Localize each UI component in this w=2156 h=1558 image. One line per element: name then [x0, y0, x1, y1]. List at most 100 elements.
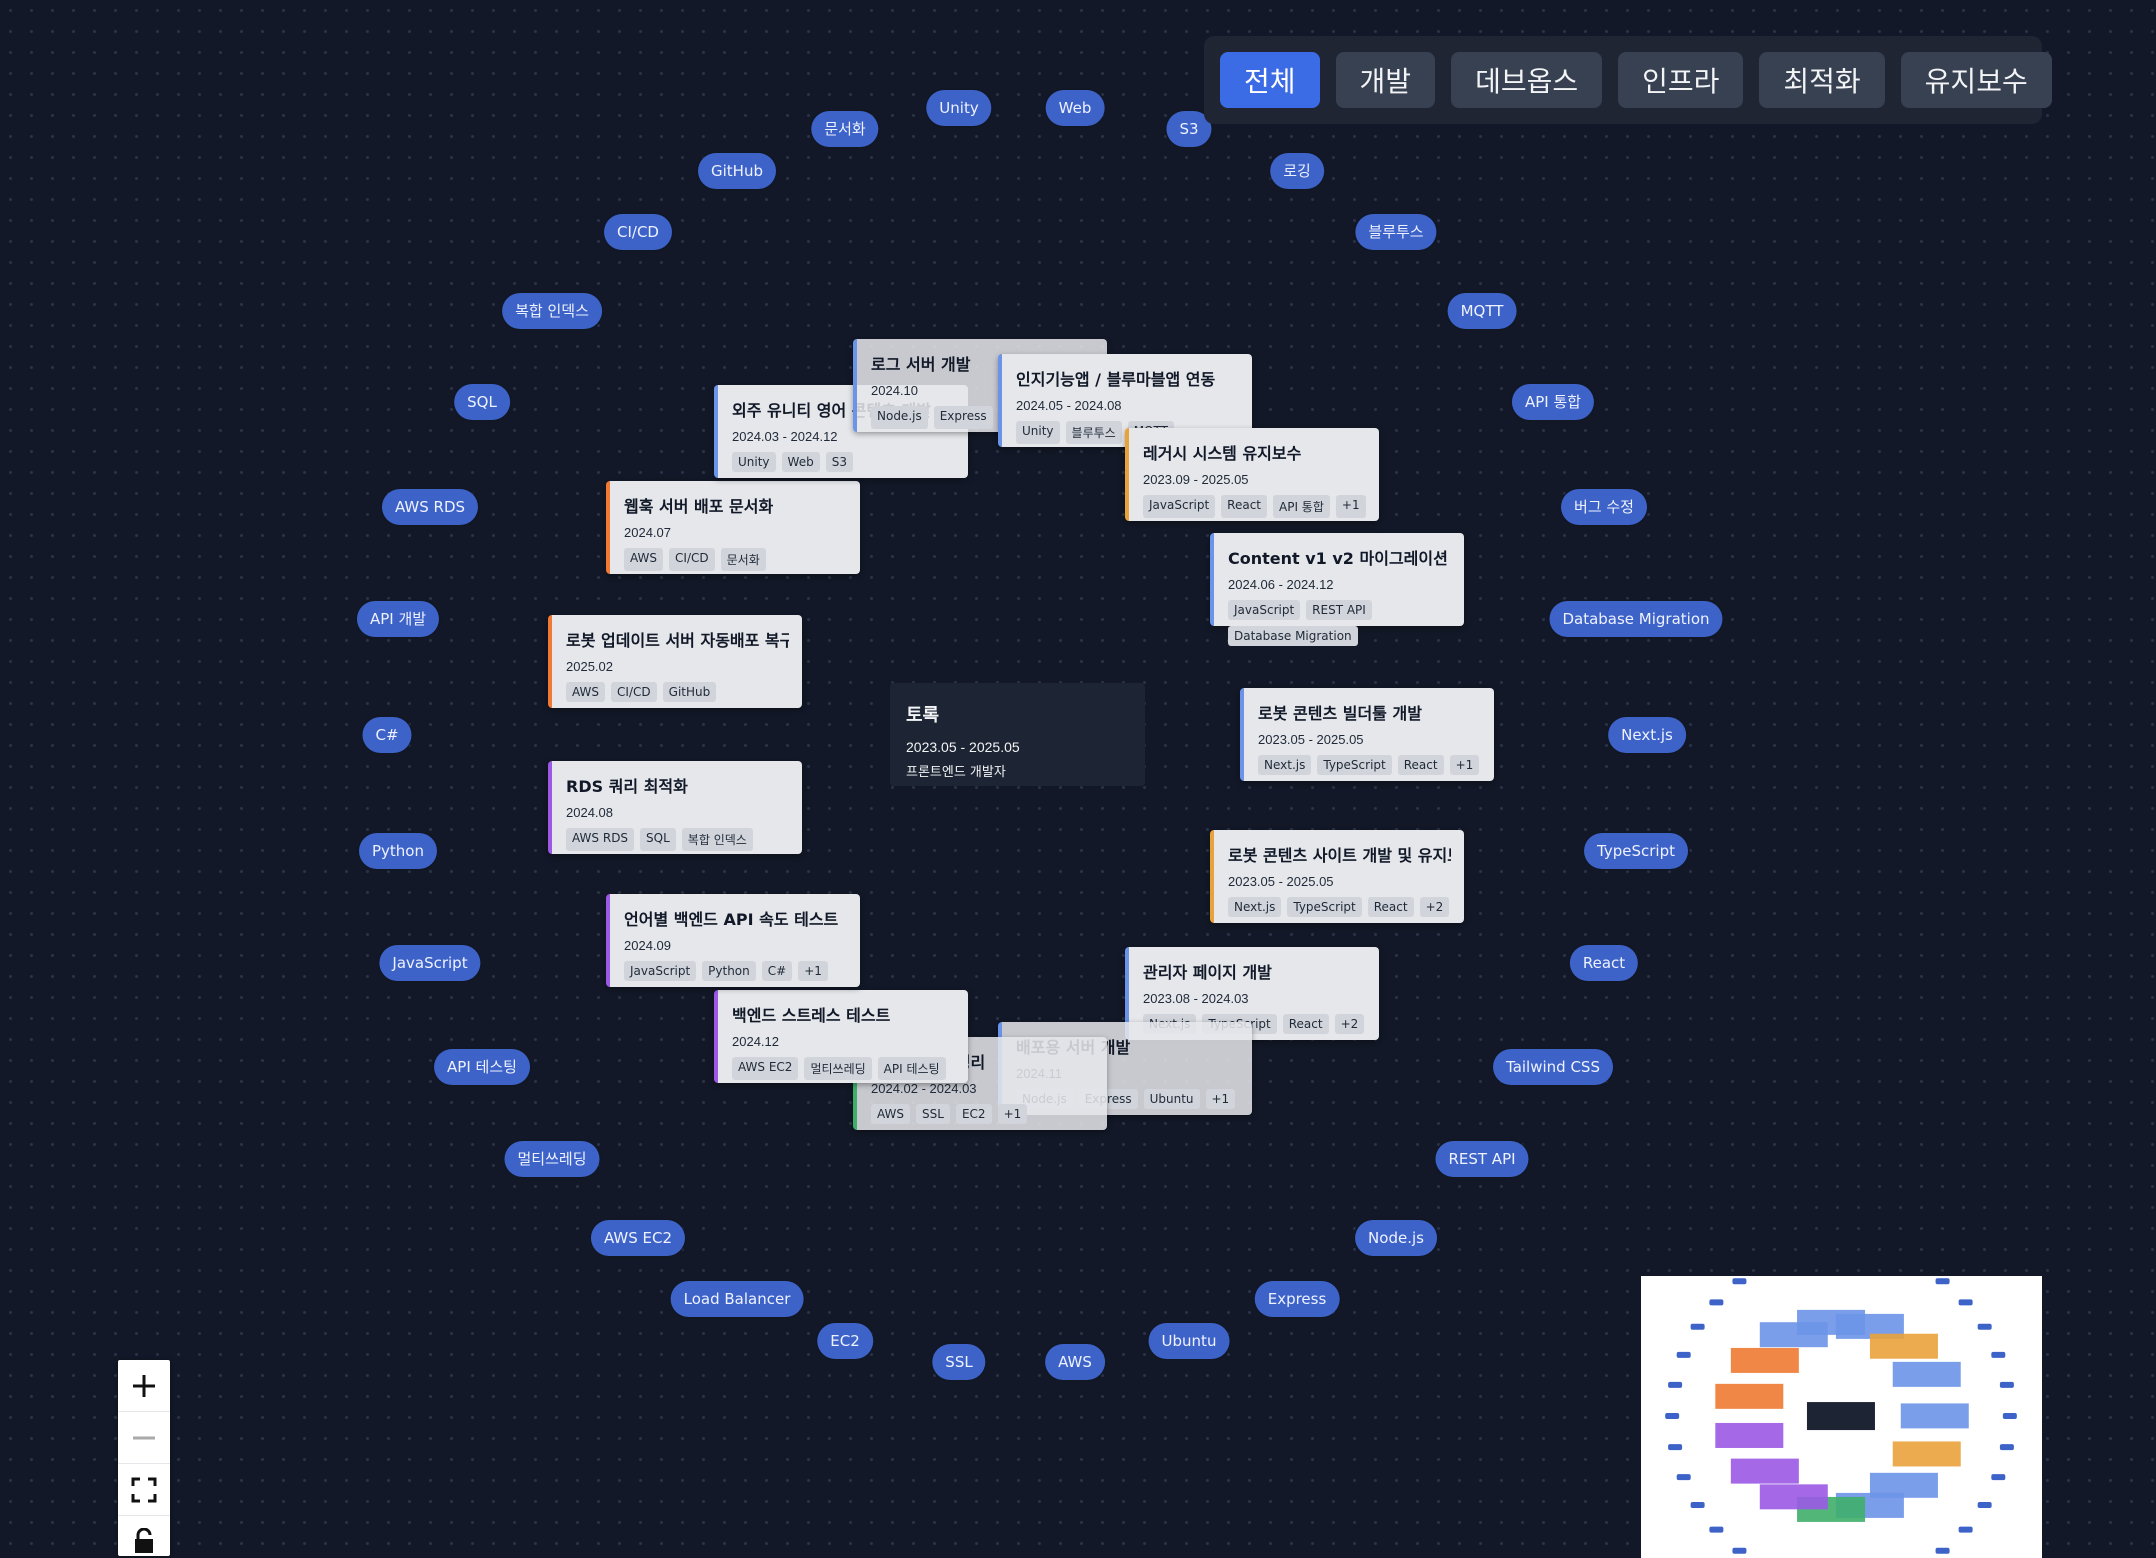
lock-button[interactable]: [118, 1516, 170, 1556]
minimap-project-node: [1869, 1333, 1938, 1359]
project-tag-chip: Ubuntu: [1143, 1089, 1200, 1109]
plus-icon: [133, 1374, 155, 1397]
skill-tag-node[interactable]: API 통합: [1511, 384, 1595, 420]
project-card[interactable]: 로봇 콘텐츠 사이트 개발 및 유지보수 2023.05 - 2025.05 Nex…: [1210, 830, 1464, 923]
project-card[interactable]: 로봇 업데이트 서버 자동배포 복구 2025.02 AWS CI/CD GitHub: [548, 615, 802, 708]
project-tag-chip: +1: [798, 961, 828, 981]
skill-tag-node[interactable]: Python: [359, 833, 437, 869]
skill-tag-node[interactable]: Tailwind CSS: [1493, 1049, 1613, 1085]
minimap-tag-node: [1668, 1444, 1683, 1451]
project-tag-chip: REST API: [1306, 600, 1372, 620]
project-date: 2023.05 - 2025.05: [1228, 874, 1334, 889]
zoom-in-button[interactable]: [118, 1360, 170, 1412]
project-date: 2024.05 - 2024.08: [1016, 398, 1122, 413]
skill-tag-node[interactable]: 복합 인덱스: [502, 293, 602, 329]
project-tag-chip: React: [1397, 755, 1444, 775]
minimap-tag-node: [1668, 1381, 1683, 1388]
project-tag-chip: +2: [1419, 897, 1450, 917]
skill-tag-node[interactable]: 문서화: [811, 111, 879, 147]
project-tag-chip: 복합 인덱스: [681, 828, 753, 851]
skill-tag-node[interactable]: C#: [362, 717, 412, 753]
skill-tag-node[interactable]: Unity: [926, 90, 992, 126]
minimap-tag-node: [2002, 1413, 2017, 1419]
project-tag-chip: AWS: [566, 682, 606, 702]
project-tag-list: JavaScript React API 통합 +1: [1143, 495, 1366, 518]
skill-tag-node[interactable]: API 테스팅: [434, 1049, 530, 1085]
project-tag-chip: CI/CD: [669, 548, 715, 571]
project-card[interactable]: RDS 쿼리 최적화 2024.08 AWS RDS SQL 복합 인덱스: [548, 761, 802, 854]
skill-tag-node[interactable]: GitHub: [698, 153, 776, 189]
project-tag-list: AWS EC2 멀티쓰레딩 API 테스팅: [732, 1057, 955, 1080]
project-title: Content v1 v2 마이그레이션: [1228, 549, 1448, 568]
filter-all-button[interactable]: 전체: [1220, 52, 1320, 108]
center-profile-node[interactable]: 토록 2023.05 - 2025.05 프론트엔드 개발자: [890, 683, 1145, 786]
skill-tag-node[interactable]: MQTT: [1447, 293, 1517, 329]
project-date: 2023.08 - 2024.03: [1143, 991, 1249, 1006]
project-date: 2025.02: [566, 659, 613, 674]
project-tag-chip: 블루투스: [1065, 421, 1122, 444]
project-card[interactable]: 로봇 콘텐츠 빌더툴 개발 2023.05 - 2025.05 Next.js Typ…: [1240, 688, 1494, 781]
skill-tag-node[interactable]: 블루투스: [1355, 214, 1437, 250]
skill-tag-node[interactable]: 멀티쓰레딩: [504, 1141, 600, 1177]
minimap-overview: [1665, 1278, 2017, 1554]
skill-tag-node[interactable]: TypeScript: [1584, 833, 1688, 869]
filter-development-button[interactable]: 개발: [1335, 52, 1436, 108]
filter-optimization-button[interactable]: 최적화: [1759, 52, 1885, 108]
fit-view-button[interactable]: [118, 1464, 170, 1516]
minimap-tag-node: [1999, 1381, 2014, 1388]
skill-tag-node[interactable]: SSL: [932, 1344, 986, 1380]
skill-tag-node[interactable]: CI/CD: [604, 214, 672, 250]
project-tag-chip: C#: [761, 961, 793, 981]
skill-tag-node[interactable]: Express: [1254, 1281, 1340, 1317]
skill-tag-node[interactable]: AWS EC2: [590, 1220, 686, 1256]
project-date: 2024.09: [624, 938, 671, 953]
skill-tag-node[interactable]: AWS RDS: [381, 489, 479, 525]
skill-tag-node[interactable]: JavaScript: [379, 945, 481, 981]
skill-tag-node[interactable]: Web: [1045, 90, 1105, 126]
project-tag-list: AWS CI/CD 문서화: [624, 548, 847, 571]
project-date: 2023.09 - 2025.05: [1143, 472, 1249, 487]
skill-tag-node[interactable]: Next.js: [1608, 717, 1686, 753]
project-title: 로봇 업데이트 서버 자동배포 복구: [566, 631, 789, 650]
project-tag-chip: Web: [781, 452, 820, 472]
skill-tag-node[interactable]: React: [1569, 945, 1639, 981]
project-card[interactable]: 백엔드 스트레스 테스트 2024.12 AWS EC2 멀티쓰레딩 API 테스팅: [714, 990, 968, 1083]
minimap[interactable]: [1641, 1276, 2042, 1558]
zoom-controls: [118, 1360, 170, 1556]
minimap-tag-node: [1977, 1501, 1992, 1508]
skill-tag-node[interactable]: SQL: [454, 384, 510, 420]
minimap-tag-node: [1935, 1547, 1950, 1554]
minimap-tag-node: [1935, 1278, 1950, 1285]
project-title: 관리자 페이지 개발: [1143, 963, 1272, 982]
skill-tag-node[interactable]: Database Migration: [1549, 601, 1723, 637]
skill-tag-node[interactable]: Node.js: [1355, 1220, 1437, 1256]
project-card[interactable]: 레거시 시스템 유지보수 2023.09 - 2025.05 JavaScript R…: [1125, 428, 1379, 521]
filter-maintenance-button[interactable]: 유지보수: [1900, 52, 2052, 108]
skill-tag-node[interactable]: 버그 수정: [1561, 489, 1647, 525]
minimap-tag-node: [1709, 1299, 1724, 1306]
skill-tag-node[interactable]: 로깅: [1270, 153, 1324, 189]
filter-devops-button[interactable]: 데브옵스: [1451, 52, 1603, 108]
skill-tag-node[interactable]: EC2: [817, 1323, 873, 1359]
project-tag-chip: React: [1221, 495, 1267, 518]
skill-tag-node[interactable]: Ubuntu: [1148, 1323, 1230, 1359]
skill-tag-node[interactable]: AWS: [1045, 1344, 1105, 1380]
project-card[interactable]: 웹훅 서버 배포 문서화 2024.07 AWS CI/CD 문서화: [606, 481, 860, 574]
project-card[interactable]: Content v1 v2 마이그레이션 2024.06 - 2024.12 Jav…: [1210, 533, 1464, 646]
filter-infra-button[interactable]: 인프라: [1618, 52, 1744, 108]
skill-tag-node[interactable]: Load Balancer: [670, 1281, 804, 1317]
minimap-tag-node: [1991, 1474, 2006, 1481]
skill-tag-node[interactable]: API 개발: [356, 601, 440, 637]
project-tag-list: Next.js TypeScript React +1: [1258, 755, 1481, 775]
minimap-tag-node: [1958, 1526, 1973, 1533]
project-tag-chip: API 통합: [1273, 495, 1330, 518]
project-tag-chip: AWS: [871, 1104, 911, 1124]
zoom-out-button[interactable]: [118, 1412, 170, 1464]
profile-name: 토록: [906, 705, 940, 726]
project-tag-chip: 멀티쓰레딩: [804, 1057, 872, 1080]
skill-tag-node[interactable]: REST API: [1435, 1141, 1529, 1177]
project-card[interactable]: 언어별 백엔드 API 속도 테스트 2024.09 JavaScript Pytho…: [606, 894, 860, 987]
project-title: 언어별 백엔드 API 속도 테스트: [624, 910, 839, 929]
project-tag-chip: React: [1282, 1014, 1329, 1034]
project-tag-chip: TypeScript: [1287, 897, 1362, 917]
